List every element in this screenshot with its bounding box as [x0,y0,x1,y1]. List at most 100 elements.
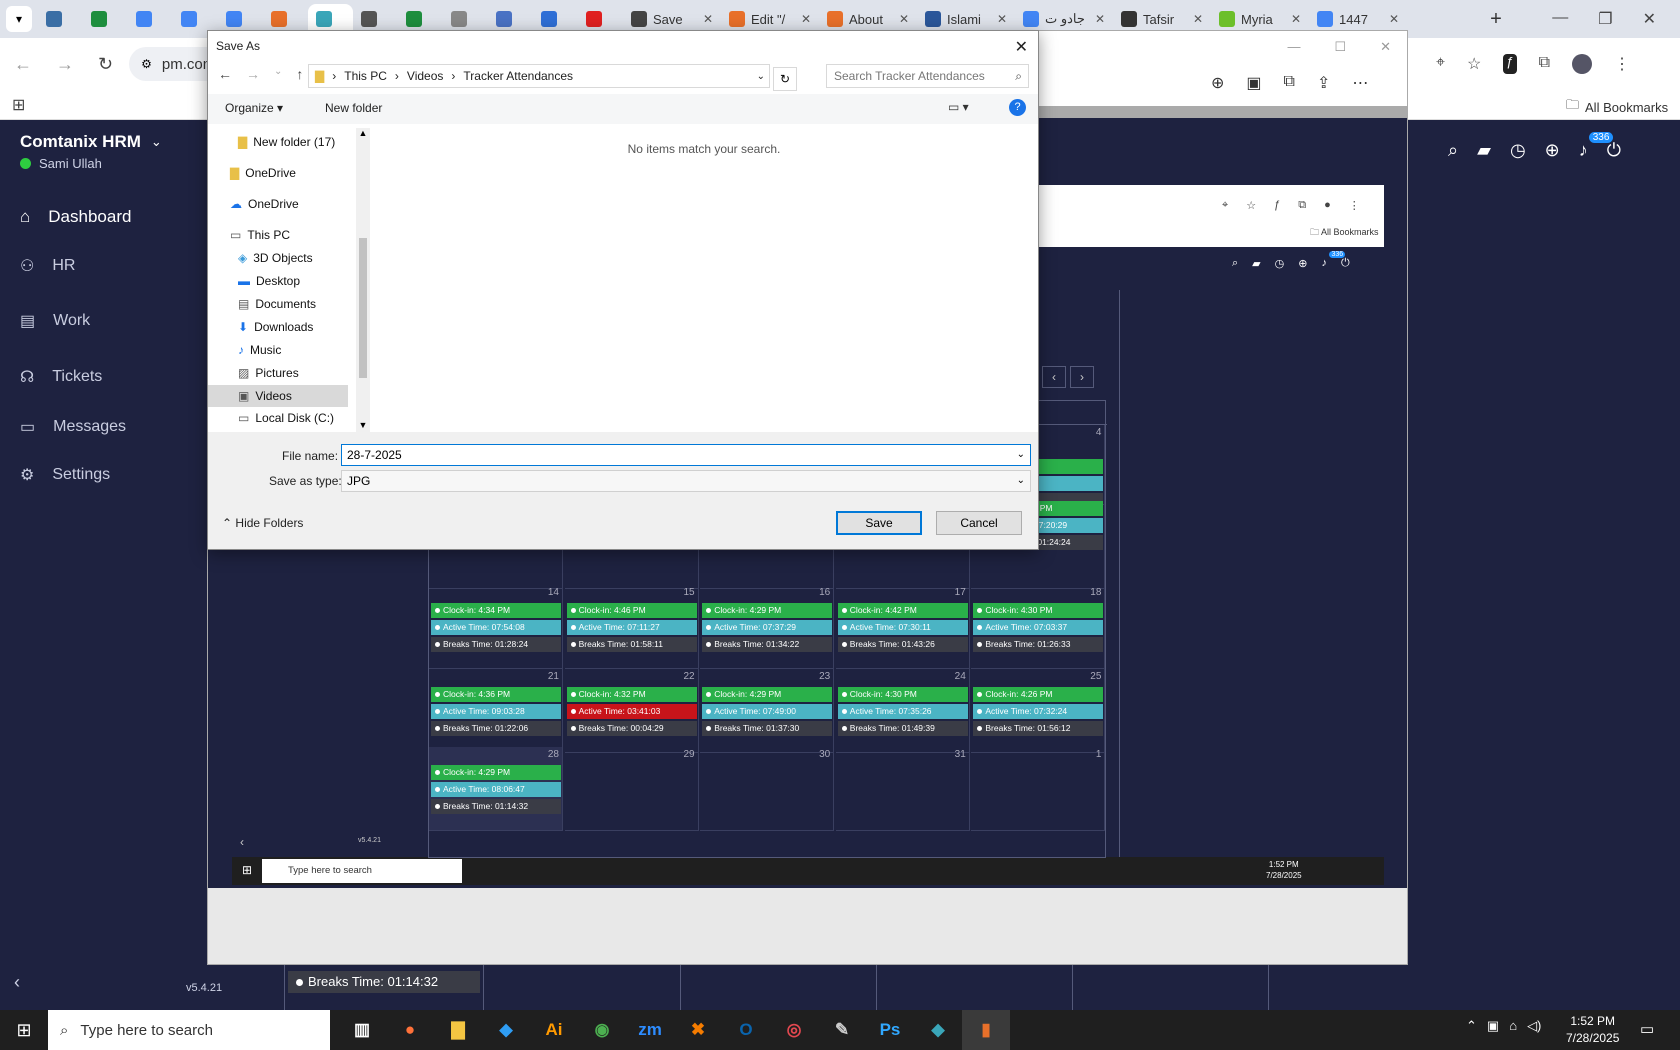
restore-icon[interactable]: ❐ [1598,9,1612,29]
app-active-icon[interactable]: ▮ [962,1010,1010,1050]
location-icon[interactable]: ⌖ [1436,54,1445,74]
dialog-back-icon[interactable]: ← [218,66,232,82]
nav-tickets[interactable]: ☊ Tickets [0,351,240,403]
tab-close-icon[interactable]: ✕ [1389,12,1399,26]
reload-icon[interactable]: ↻ [98,54,113,75]
tray-network-icon[interactable]: ▣ [1487,1018,1499,1034]
bookmark-star-icon[interactable]: ☆ [1467,54,1481,74]
tab-close-icon[interactable]: ✕ [1193,12,1203,26]
scroll-down-icon[interactable]: ▼ [356,420,370,430]
tree-item[interactable]: ▭ This PC [208,224,348,246]
view-options-icon[interactable]: ▭ ▾ [948,100,969,114]
file-name-dropdown-icon[interactable]: ⌄ [1017,445,1025,465]
forward-icon[interactable]: → [56,54,74,75]
more-icon[interactable]: ⋯ [1352,73,1368,93]
calendar-cell[interactable]: 24 Clock-in: 4:30 PM Active Time: 07:35:26… [835,669,970,753]
notes-icon[interactable]: ▰ [1477,140,1491,161]
tree-item[interactable]: ♪ Music [208,339,348,361]
extension-f-icon[interactable]: ƒ [1503,54,1517,74]
calendar-cell[interactable]: 14 Clock-in: 4:34 PM Active Time: 07:54:08… [429,585,563,669]
nav-messages[interactable]: ▭ Messages [0,403,240,451]
taskbar-search[interactable]: ⌕ Type here to search [48,1010,330,1050]
minimize-icon[interactable]: — [1552,9,1568,29]
new-tab-button[interactable]: + [1482,5,1510,33]
menu-icon[interactable]: ⋮ [1614,54,1630,74]
calendar-cell[interactable]: 28 Clock-in: 4:29 PM Active Time: 08:06:47… [429,747,563,831]
tab-close-icon[interactable]: ✕ [997,12,1007,26]
vscode-icon[interactable]: ◆ [482,1010,530,1050]
help-icon[interactable]: ? [1009,99,1026,116]
breadcrumb-videos[interactable]: Videos [407,69,443,83]
zoom-icon[interactable]: zm [626,1010,674,1050]
start-icon[interactable]: ⊞ [0,1020,48,1041]
tab-close-icon[interactable]: ✕ [899,12,909,26]
tree-item[interactable]: ⬇ Downloads [208,316,348,338]
calendar-cell[interactable]: 31 [835,747,970,831]
organize-button[interactable]: Organize ▾ [225,101,283,115]
bell-icon[interactable]: ♪ 336 [1579,132,1614,161]
zoom-in-icon[interactable]: ⊕ [1211,73,1224,93]
tree-scrollbar[interactable]: ▲ ▼ [356,128,370,432]
refresh-icon[interactable]: ↻ [773,67,797,91]
save-button[interactable]: Save [836,511,922,535]
tree-item[interactable]: ▬ Desktop [208,270,348,292]
path-dropdown-icon[interactable]: ⌄ [757,71,765,82]
calendar-cell[interactable]: 25 Clock-in: 4:26 PM Active Time: 07:32:24… [971,669,1106,753]
back-icon[interactable]: ← [14,54,32,75]
tab-close-icon[interactable]: ✕ [1291,12,1301,26]
calendar-cell[interactable]: 22 Clock-in: 4:32 PM Active Time: 03:41:03… [564,669,699,753]
tree-item[interactable]: ◈ 3D Objects [208,247,348,269]
tree-item[interactable]: ▤ Documents [208,293,348,315]
nav-hr[interactable]: ⚇ HR [0,241,240,291]
tab-close-icon[interactable]: ✕ [801,12,811,26]
task-view-icon[interactable]: ▥ [338,1010,386,1050]
viewer-maximize-icon[interactable]: ☐ [1334,39,1346,55]
tree-item[interactable]: ▇ OneDrive [208,162,348,184]
photoshop-icon[interactable]: Ps [866,1010,914,1050]
all-bookmarks-link[interactable]: All Bookmarks [1585,100,1668,115]
app-diamond-icon[interactable]: ◆ [914,1010,962,1050]
tree-item[interactable]: ☁ OneDrive [208,193,348,215]
clock-date[interactable]: 7/28/2025 [1566,1030,1619,1047]
file-explorer-icon[interactable]: ▇ [434,1010,482,1050]
extensions-icon[interactable]: ⧉ [1539,54,1550,74]
tree-item[interactable]: ▣ Videos [208,385,348,407]
collapse-sidebar-icon[interactable]: ‹ [14,972,20,993]
illustrator-icon[interactable]: Ai [530,1010,578,1050]
pen-tool-icon[interactable]: ✎ [818,1010,866,1050]
xampp-icon[interactable]: ✖ [674,1010,722,1050]
chrome-icon[interactable]: ◉ [578,1010,626,1050]
tree-item[interactable]: ▇ New folder (17) [208,131,348,153]
tab-close-icon[interactable]: ✕ [703,12,713,26]
creative-cloud-icon[interactable]: ◎ [770,1010,818,1050]
file-name-input[interactable]: 28-7-2025 ⌄ [341,444,1031,466]
dialog-close-icon[interactable]: ✕ [1015,37,1028,57]
new-folder-button[interactable]: New folder [325,101,382,115]
viewer-minimize-icon[interactable]: — [1287,39,1300,55]
breadcrumb-this-pc[interactable]: This PC [344,69,387,83]
scroll-up-icon[interactable]: ▲ [356,128,370,138]
save-icon[interactable]: ▣ [1246,73,1261,93]
nav-work[interactable]: ▤ Work [0,291,240,351]
apps-grid-icon[interactable]: ⊞ [12,95,25,115]
site-info-icon[interactable]: ⚙ [141,57,152,71]
up-folder-icon[interactable]: ↑ [296,66,303,82]
clock-time[interactable]: 1:52 PM [1566,1013,1619,1030]
scroll-thumb[interactable] [359,238,367,378]
calendar-cell[interactable]: 21 Clock-in: 4:36 PM Active Time: 09:03:28… [429,669,563,753]
calendar-cell[interactable]: 23 Clock-in: 4:29 PM Active Time: 07:49:00… [700,669,835,753]
nav-dashboard[interactable]: ⌂ Dashboard [0,193,240,241]
cancel-button[interactable]: Cancel [936,511,1022,535]
calendar-cell[interactable]: 16 Clock-in: 4:29 PM Active Time: 07:37:29… [700,585,835,669]
save-type-select[interactable]: JPG ⌄ [341,470,1031,492]
browser-tab[interactable] [83,4,128,34]
viewer-close-icon[interactable]: ✕ [1380,39,1391,55]
tray-chevron-icon[interactable]: ⌃ [1466,1018,1477,1034]
brand-dropdown-icon[interactable]: ⌄ [151,134,162,150]
hide-folders-button[interactable]: ⌃ Hide Folders [222,516,303,530]
share-icon[interactable]: ⇪ [1317,73,1330,93]
address-bar[interactable]: ⚙ pm.com [129,47,220,81]
tab-list-button[interactable]: ▾ [6,6,32,32]
breadcrumb-tracker[interactable]: Tracker Attendances [463,69,573,83]
calendar-cell[interactable]: 17 Clock-in: 4:42 PM Active Time: 07:30:11… [835,585,970,669]
